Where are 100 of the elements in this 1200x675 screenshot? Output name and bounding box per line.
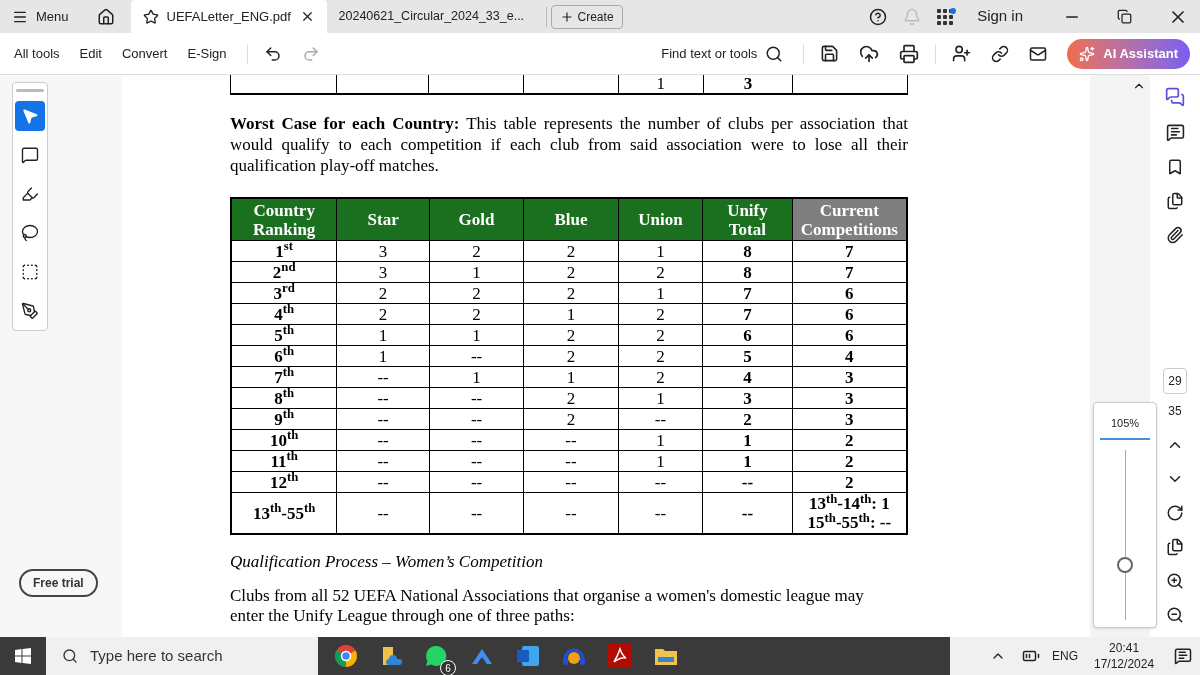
zoom-out-icon[interactable] [1166,606,1184,624]
table-cell: 2 [656,367,665,387]
toolbar-menu[interactable]: Convert [121,43,168,64]
table-cell: 8 [743,262,752,282]
table-cell-text: 3 [743,75,753,96]
ai-assistant-button[interactable]: AI Assistant [1067,38,1190,69]
page-count: 35 [1168,403,1182,420]
column-header: Country Ranking [232,199,337,240]
table-cell: -- [377,367,389,387]
link-icon[interactable] [991,44,1010,63]
restore-icon[interactable] [1117,9,1132,24]
folder-cloud-icon[interactable] [380,645,402,667]
table-cell: 11$^{th}$ [270,451,298,471]
table-cell: 2 [566,241,576,261]
table-cell: 1 [378,325,388,345]
document-tab[interactable]: UEFALetter_ENG.pdf [130,0,327,33]
comment-icon[interactable] [1165,123,1185,142]
table-cell: 6 [845,304,854,324]
table-cell: 4$^{th}$ [274,304,295,324]
file-explorer-icon[interactable] [654,646,678,666]
table-cell: -- [377,472,389,492]
zoom-in-icon[interactable] [1166,572,1184,590]
table-cell: -- [470,430,483,450]
table-cell: 2 [472,304,481,324]
table-cell: 3$^{rd}$ [273,283,295,303]
table-cell: -- [654,503,667,523]
toolbar-menu[interactable]: Edit [79,43,102,64]
table-cell: 2 [566,262,576,282]
free-trial-button[interactable]: Free trial [19,569,98,597]
sparkle-icon [1079,45,1096,62]
column-header: Union [617,199,703,240]
home-icon[interactable] [96,7,115,26]
highlighter-icon [21,185,39,203]
column-header: Current Competitions [791,199,906,240]
table-cell: 1 [378,346,388,366]
windows-icon[interactable] [15,648,31,664]
search-icon [765,44,784,63]
create-button[interactable]: Create [550,4,623,29]
table-cell: -- [377,503,389,523]
table-cell: -- [377,430,389,450]
print-icon[interactable] [899,43,920,64]
table-cell: 6 [743,325,752,345]
text-box-icon [21,263,39,281]
pdf-app-icon[interactable] [608,644,632,668]
table-cell: 13$^{th}$-14$^{th}$: 1 [808,494,890,513]
page-number-field[interactable]: 29 [1163,368,1187,394]
upload-icon[interactable] [859,43,880,64]
table-cell: -- [377,451,389,471]
section-heading: Qualification Process – Women’s Competition [230,551,544,572]
mail-icon[interactable] [1029,44,1048,63]
table-cell: -- [565,472,577,492]
chrome-icon[interactable] [334,644,358,668]
ai-chat-icon[interactable] [1165,87,1185,107]
table-cell: 2 [656,304,665,324]
table-cell: 3 [743,388,752,408]
find-button[interactable]: Find text or tools [661,43,784,64]
column-header: Gold [428,199,524,240]
star-icon[interactable] [142,8,159,25]
table-cell: 2 [566,388,576,408]
notifications-icon[interactable] [1174,647,1193,665]
attachment-icon[interactable] [1166,226,1184,244]
table-cell: 9$^{th}$ [274,409,295,429]
table-cell: 1 [472,367,481,387]
table-cell: 3 [845,367,854,387]
table-cell: -- [741,472,754,492]
save-icon[interactable] [820,44,840,63]
rotate-icon[interactable] [1166,504,1184,522]
table-cell: 2 [845,472,854,492]
table-cell: 6 [845,283,854,303]
document-tab[interactable]: 20240621_Circular_2024_33_e... [326,0,542,33]
sign-in-button[interactable]: Sign in [977,5,1023,28]
table-cell: 2 [656,346,665,366]
toolbar-menu[interactable]: E-Sign [187,43,227,64]
table-cell: 1 [656,283,665,303]
table-cell: 1 [566,304,576,324]
table-cell: 2$^{nd}$ [272,262,296,282]
zoom-slider[interactable] [1115,449,1135,620]
help-icon[interactable] [869,7,888,26]
zoom-level[interactable]: 105% [1110,415,1140,432]
add-user-icon[interactable] [952,44,972,63]
word-app-icon[interactable] [516,645,540,667]
table-cell: -- [565,503,577,523]
paragraph: Worst Case for each Country: This table represents the number of clubs per association that would qualify to each competition if each club from said association were to lose all their qualification play-off matches. [230,113,908,176]
table-cell: 7 [845,262,854,282]
pages-icon[interactable] [1166,192,1184,210]
slider-thumb[interactable] [1117,557,1133,574]
table-cell: -- [470,451,483,471]
language-indicator[interactable]: ENG [1052,647,1078,665]
apps-icon[interactable] [937,7,958,26]
menu-button[interactable]: Menu [0,0,81,33]
toolbar-menu[interactable]: All tools [14,43,60,64]
bookmark-icon[interactable] [1166,158,1184,176]
search-icon [62,648,78,664]
column-header: Blue [523,199,618,240]
table-cell: 6$^{th}$ [274,346,295,366]
table-cell: 4 [845,346,854,366]
table-cell: 6 [845,325,854,345]
clock[interactable]: 20:41 17/12/2024 [1094,640,1155,672]
undo-icon[interactable] [263,44,282,63]
search-field[interactable]: Type here to search [46,637,318,675]
